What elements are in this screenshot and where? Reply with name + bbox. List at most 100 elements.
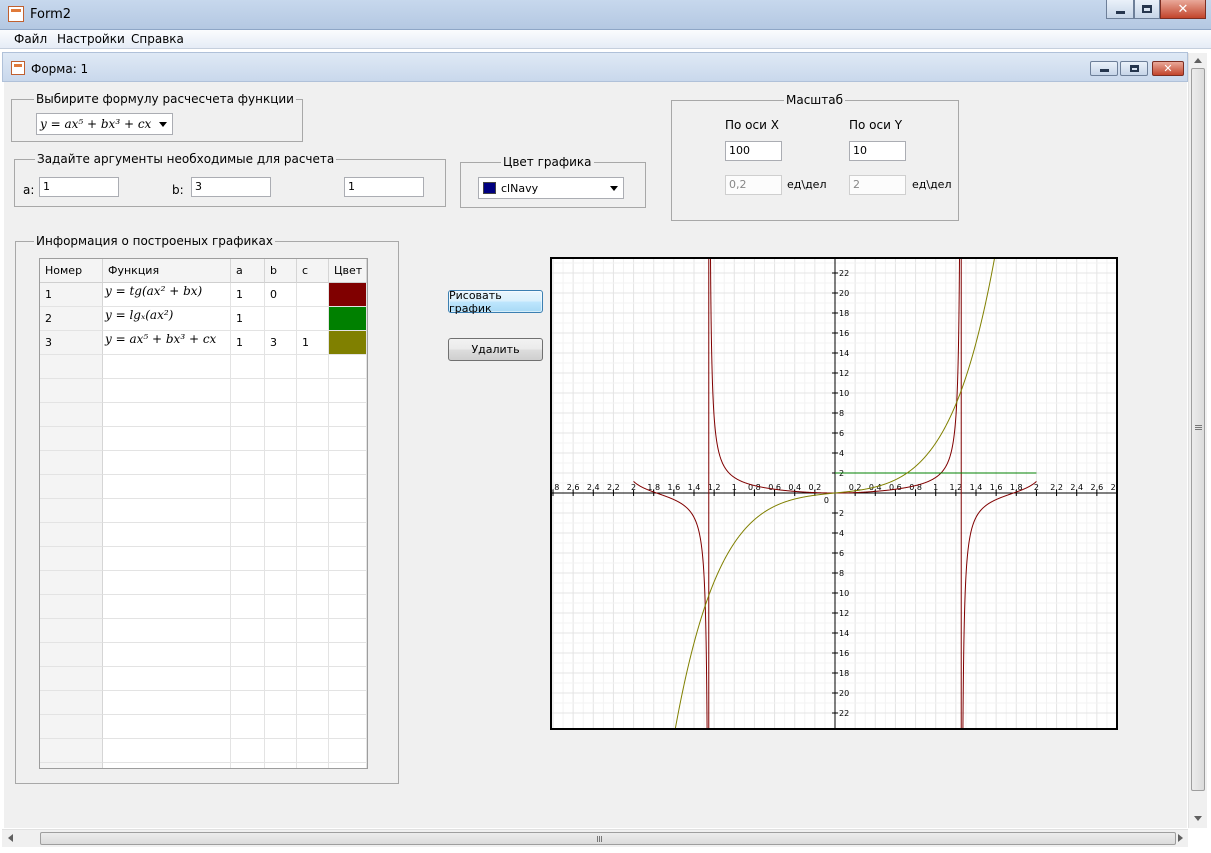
minimize-button[interactable] <box>1106 0 1134 19</box>
scroll-right-icon[interactable] <box>1178 834 1183 842</box>
table-empty-cell <box>231 547 265 571</box>
x-tick-label: 1,6 <box>990 483 1003 492</box>
table-cell-num[interactable]: 1 <box>40 283 103 307</box>
table-empty-cell <box>103 763 231 768</box>
x-tick-label: 2,4 <box>587 483 600 492</box>
column-header[interactable]: a <box>231 259 265 283</box>
table-cell-num[interactable]: 3 <box>40 331 103 355</box>
table-cell-func[interactable]: y = lgₓ(ax²) <box>103 307 231 331</box>
table-empty-cell <box>231 571 265 595</box>
table-cell-func[interactable]: y = tg(ax² + bx) <box>103 283 231 307</box>
table-row[interactable]: 2y = lgₓ(ax²) 1 <box>40 307 367 331</box>
table-empty-cell <box>40 355 103 379</box>
table-cell-c[interactable] <box>297 307 329 331</box>
chevron-down-icon <box>610 186 618 191</box>
column-header[interactable]: b <box>265 259 297 283</box>
chart-svg: 2,82,62,42,221,81,61,41,210,80,60,40,20,… <box>547 192 1123 794</box>
table-cell-a[interactable]: 1 <box>231 283 265 307</box>
child-close-button[interactable]: ✕ <box>1152 61 1184 76</box>
table-empty-cell <box>297 523 329 547</box>
horizontal-scrollbar[interactable] <box>2 829 1188 847</box>
x-tick-label: 2,6 <box>1090 483 1103 492</box>
table-empty-cell <box>329 667 367 691</box>
table-empty-cell <box>329 571 367 595</box>
color-select-value: clNavy <box>501 182 539 195</box>
y-tick-label: 14 <box>839 349 849 358</box>
color-select[interactable]: clNavy <box>478 177 624 199</box>
table-row[interactable]: 3y = ax⁵ + bx³ + cx 1 3 1 <box>40 331 367 355</box>
maximize-button[interactable] <box>1134 0 1160 19</box>
y-scale-input[interactable]: 10 <box>849 141 906 161</box>
column-header[interactable]: c <box>297 259 329 283</box>
table-empty-cell <box>40 739 103 763</box>
column-header[interactable]: Номер <box>40 259 103 283</box>
table-empty-cell <box>231 475 265 499</box>
menu-help[interactable]: Справка <box>131 32 184 46</box>
x-tick-label: 2,6 <box>567 483 580 492</box>
table-empty-cell <box>297 403 329 427</box>
table-empty-cell <box>265 547 297 571</box>
delete-button[interactable]: Удалить <box>448 338 543 361</box>
table-empty-cell <box>231 667 265 691</box>
table-cell-num[interactable]: 2 <box>40 307 103 331</box>
table-cell-a[interactable]: 1 <box>231 331 265 355</box>
formula-select[interactable]: y = ax⁵ + bx³ + cx <box>36 113 173 135</box>
table-cell-b[interactable]: 0 <box>265 283 297 307</box>
vertical-scroll-thumb[interactable] <box>1191 68 1205 791</box>
scroll-down-icon[interactable] <box>1194 816 1202 821</box>
table-empty-cell <box>329 595 367 619</box>
table-cell-func[interactable]: y = ax⁵ + bx³ + cx <box>103 331 231 355</box>
table-cell-b[interactable]: 3 <box>265 331 297 355</box>
close-icon: ✕ <box>1163 62 1173 75</box>
y-tick-label: 6 <box>839 429 844 438</box>
table-empty-row <box>40 715 367 739</box>
horizontal-scroll-thumb[interactable] <box>40 832 1176 845</box>
chart-canvas: 2,82,62,42,221,81,61,41,210,80,60,40,20,… <box>547 192 1123 794</box>
table-empty-row <box>40 571 367 595</box>
c-input[interactable]: 1 <box>344 177 424 197</box>
y-tick-label: 16 <box>839 329 849 338</box>
y-tick-label: 22 <box>839 269 849 278</box>
table-cell-a[interactable]: 1 <box>231 307 265 331</box>
table-cell-c[interactable] <box>297 283 329 307</box>
column-header[interactable]: Цвет <box>329 259 367 283</box>
menu-file[interactable]: Файл <box>14 32 47 46</box>
y-tick-label: 8 <box>839 569 844 578</box>
draw-chart-button[interactable]: Рисовать график <box>448 289 543 315</box>
table-empty-cell <box>329 451 367 475</box>
table-empty-row <box>40 691 367 715</box>
x-tick-label: 2 <box>1034 483 1039 492</box>
table-empty-row <box>40 451 367 475</box>
scroll-left-icon[interactable] <box>8 834 13 842</box>
table-empty-row <box>40 739 367 763</box>
x-tick-label: 1 <box>933 483 938 492</box>
a-input[interactable]: 1 <box>39 177 119 197</box>
column-header[interactable]: Функция <box>103 259 231 283</box>
table-cell-color-swatch[interactable] <box>329 283 367 307</box>
b-input[interactable]: 3 <box>191 177 271 197</box>
table-empty-cell <box>329 547 367 571</box>
table-empty-cell <box>103 475 231 499</box>
formula-group: Выбирите формулу расчесчета функции y = … <box>11 92 303 142</box>
table-cell-c[interactable]: 1 <box>297 331 329 355</box>
table-empty-cell <box>297 619 329 643</box>
table-row[interactable]: 1y = tg(ax² + bx) 1 0 <box>40 283 367 307</box>
table-empty-cell <box>329 691 367 715</box>
color-swatch <box>483 182 496 194</box>
menu-settings[interactable]: Настройки <box>57 32 125 46</box>
table-cell-color-swatch[interactable] <box>329 331 367 355</box>
table-empty-cell <box>231 643 265 667</box>
graphs-table[interactable]: Номер Функция a b c Цвет 1 y = tg(ax² + bx) 1 0 2 y… <box>39 258 368 769</box>
table-empty-cell <box>297 475 329 499</box>
x-scale-input[interactable]: 100 <box>725 141 782 161</box>
child-minimize-button[interactable] <box>1090 61 1118 76</box>
x-tick-label: 1,2 <box>708 483 721 492</box>
table-cell-b[interactable] <box>265 307 297 331</box>
child-app-icon <box>11 61 25 75</box>
scroll-up-icon[interactable] <box>1194 58 1202 63</box>
table-cell-color-swatch[interactable] <box>329 307 367 331</box>
table-empty-cell <box>297 571 329 595</box>
close-button[interactable]: ✕ <box>1160 0 1206 19</box>
child-restore-button[interactable] <box>1120 61 1148 76</box>
vertical-scrollbar[interactable] <box>1188 53 1207 828</box>
